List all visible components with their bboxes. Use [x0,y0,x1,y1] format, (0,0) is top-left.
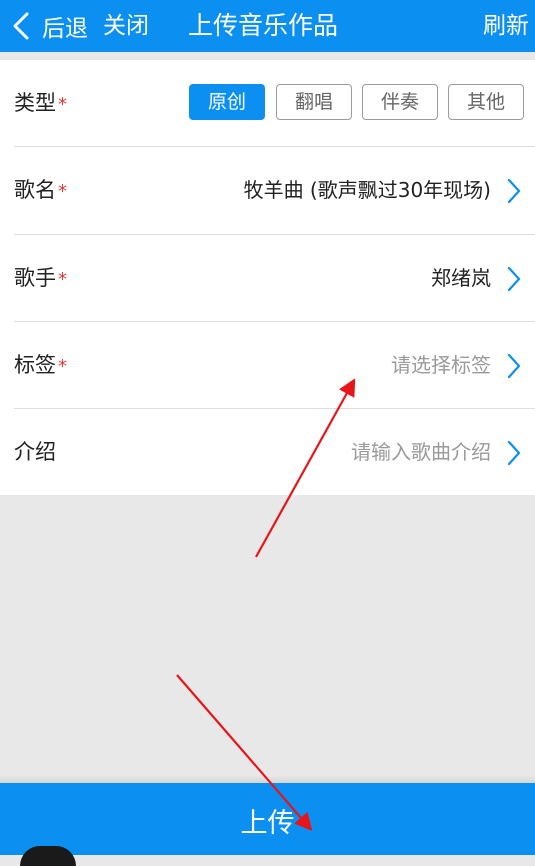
type-label: 类型 * [14,91,67,115]
chevron-left-icon [13,12,29,40]
tags-label: 标签 * [14,353,67,377]
upload-bar-shadow [0,775,535,783]
chevron-right-icon [507,353,521,379]
tags-placeholder: 请选择标签 [391,353,491,377]
chevron-right-icon [507,178,521,204]
intro-row[interactable]: 介绍 请输入歌曲介绍 [14,409,535,496]
singer-value: 郑绪岚 [431,266,491,290]
required-mark: * [58,269,67,290]
top-bar: 后退 关闭 上传音乐作品 刷新 [0,0,535,52]
type-option-other[interactable]: 其他 [448,84,524,120]
intro-placeholder: 请输入歌曲介绍 [351,440,491,464]
required-mark: * [58,181,67,202]
singer-row[interactable]: 歌手 * 郑绪岚 [14,235,535,322]
page-title: 上传音乐作品 [188,11,339,40]
back-button[interactable]: 后退 [10,0,88,52]
close-button[interactable]: 关闭 [103,0,149,52]
type-option-accompaniment[interactable]: 伴奏 [362,84,438,120]
song-name-value: 牧羊曲 (歌声飘过30年现场) [243,178,491,202]
song-name-row[interactable]: 歌名 * 牧羊曲 (歌声飘过30年现场) [14,147,535,234]
type-option-original[interactable]: 原创 [189,84,265,120]
refresh-button[interactable]: 刷新 [483,0,529,52]
type-option-cover[interactable]: 翻唱 [276,84,352,120]
song-name-label: 歌名 * [14,178,67,202]
required-mark: * [58,94,67,115]
intro-label: 介绍 [14,440,56,464]
type-row: 类型 * 原创 翻唱 伴奏 其他 [14,60,535,146]
chevron-right-icon [507,266,521,292]
back-label: 后退 [42,16,88,42]
floating-overlay-edge [20,846,76,866]
required-mark: * [58,356,67,377]
upload-form: 类型 * 原创 翻唱 伴奏 其他 歌名 * 牧羊曲 (歌声飘过30年现场) 歌手 * … [0,60,535,495]
singer-label: 歌手 * [14,266,67,290]
tags-row[interactable]: 标签 * 请选择标签 [14,322,535,409]
chevron-right-icon [507,440,521,466]
upload-button[interactable]: 上传 [0,783,535,855]
